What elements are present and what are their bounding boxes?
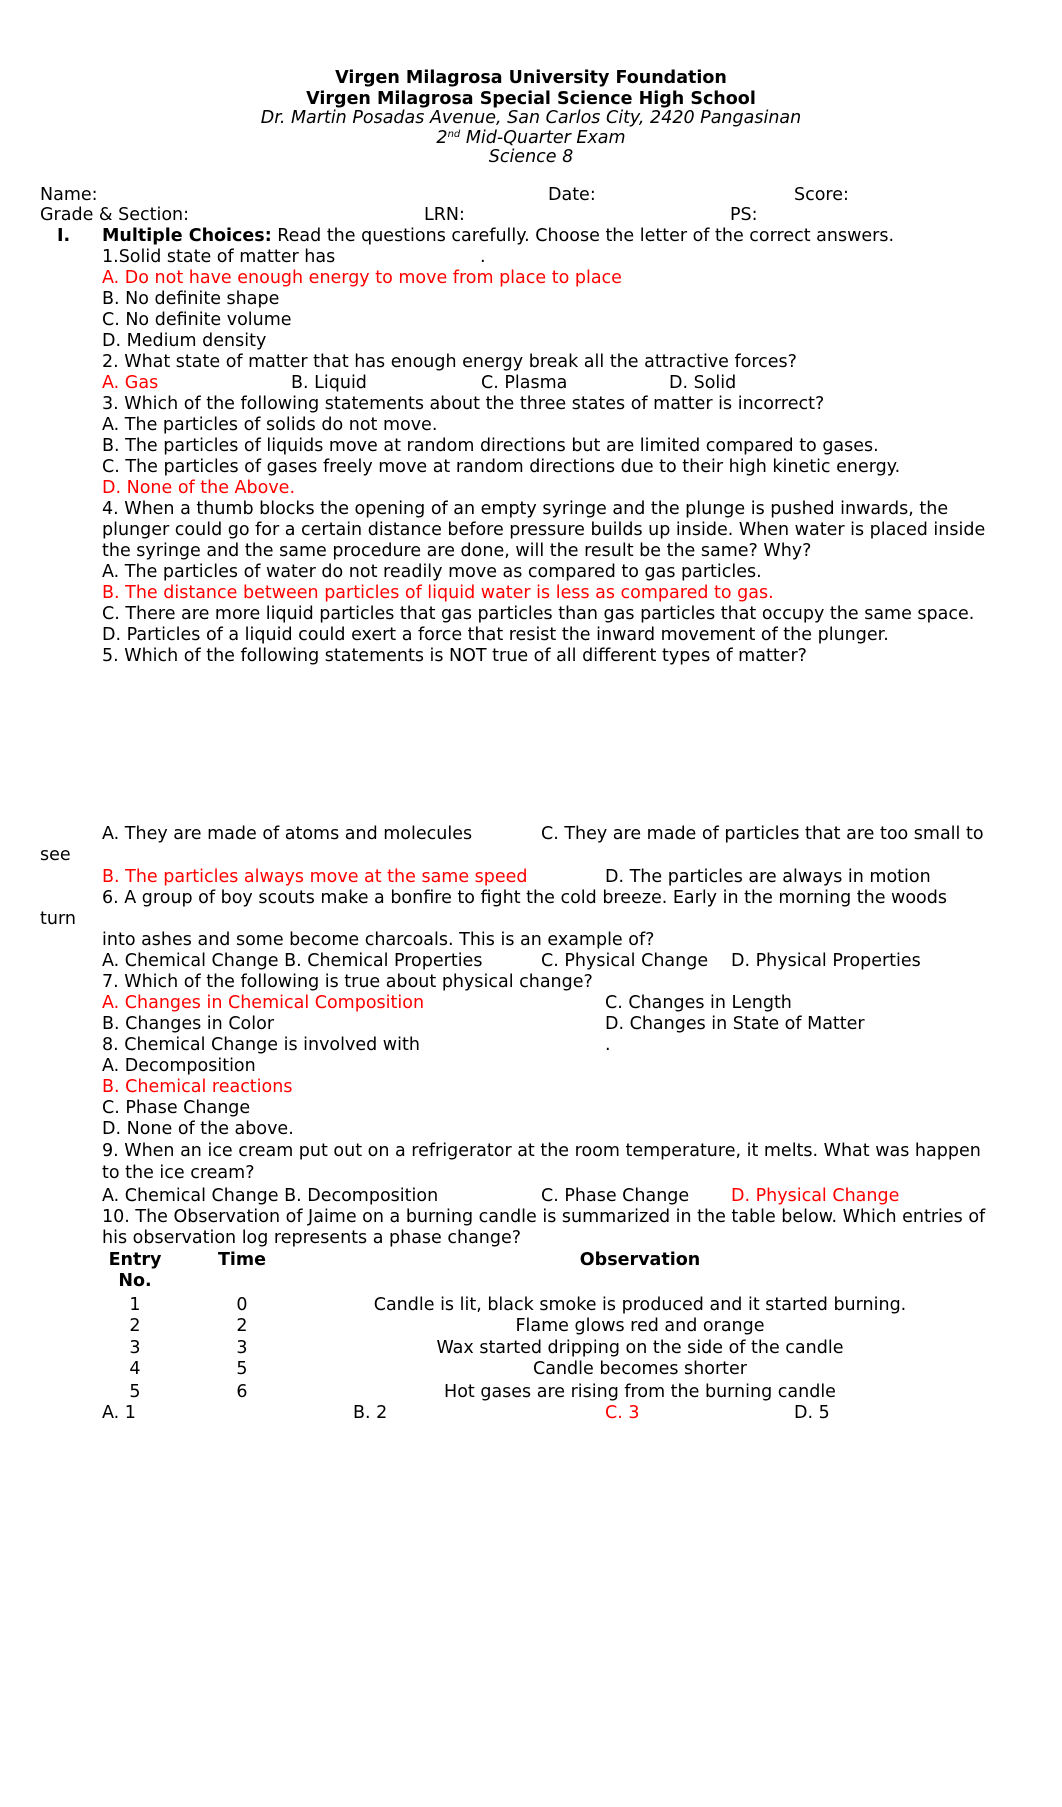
question-8-option-c: C. Phase Change xyxy=(102,1098,251,1118)
grade-section-field-label: Grade & Section: xyxy=(40,205,190,225)
subject-title: Science 8 xyxy=(488,147,574,167)
question-5-option-c: C. They are made of particles that are t… xyxy=(541,824,984,844)
question-6-option-d: D. Physical Properties xyxy=(731,951,921,971)
question-2-option-b: B. Liquid xyxy=(291,373,367,393)
question-8-option-d: D. None of the above. xyxy=(102,1119,294,1139)
question-5-option-c-wrap: see xyxy=(40,845,71,865)
school-address: Dr. Martin Posadas Avenue, San Carlos Ci… xyxy=(260,108,802,128)
question-4-option-a: A. The particles of water do not readily… xyxy=(102,562,762,582)
question-10-option-d: D. 5 xyxy=(794,1403,830,1423)
question-2-option-d: D. Solid xyxy=(669,373,737,393)
question-3-option-a: A. The particles of solids do not move. xyxy=(102,415,438,435)
question-6-line-1: 6. A group of boy scouts make a bonfire … xyxy=(102,888,947,908)
question-10-line-1: 10. The Observation of Jaime on a burnin… xyxy=(102,1207,986,1227)
question-5-option-b-correct: B. The particles always move at the same… xyxy=(102,867,528,887)
name-field-label: Name: xyxy=(40,185,98,205)
exam-ordinal-suffix: nd xyxy=(447,129,461,140)
question-4-line-2: plunger could go for a certain distance … xyxy=(102,520,986,540)
question-9-line-1: 9. When an ice cream put out on a refrig… xyxy=(102,1141,981,1161)
exam-ordinal: 2 xyxy=(436,128,448,148)
question-2-option-a-correct: A. Gas xyxy=(102,373,159,393)
question-1-option-d: D. Medium density xyxy=(102,331,267,351)
question-7-option-c: C. Changes in Length xyxy=(605,993,792,1013)
table-header-observation: Observation xyxy=(579,1250,701,1270)
table-cell-observation: Wax started dripping on the side of the … xyxy=(436,1338,844,1358)
question-2: 2. What state of matter that has enough … xyxy=(102,352,797,372)
table-cell-entry: 4 xyxy=(129,1359,141,1379)
question-1-blank-end: . xyxy=(480,247,486,267)
question-4-option-c: C. There are more liquid particles that … xyxy=(102,604,975,624)
table-cell-time: 2 xyxy=(236,1316,248,1336)
exam-title: 2nd Mid-Quarter Exam xyxy=(0,128,1062,149)
question-6-wrap: turn xyxy=(40,909,76,929)
question-10-line-2: his observation log represents a phase c… xyxy=(102,1228,522,1248)
question-2-option-c: C. Plasma xyxy=(481,373,568,393)
section-heading: Multiple Choices: Read the questions car… xyxy=(102,226,894,247)
question-8-option-b-correct: B. Chemical reactions xyxy=(102,1077,293,1097)
question-6-options-a-b: A. Chemical Change B. Chemical Propertie… xyxy=(102,951,483,971)
question-1-option-c: C. No definite volume xyxy=(102,310,292,330)
table-cell-observation: Flame glows red and orange xyxy=(515,1316,765,1336)
question-6-line-2: into ashes and some become charcoals. Th… xyxy=(102,930,655,950)
section-title: Multiple Choices: xyxy=(102,226,272,246)
question-8: 8. Chemical Change is involved with xyxy=(102,1035,420,1055)
exam-name: Mid-Quarter Exam xyxy=(465,128,626,148)
table-cell-time: 5 xyxy=(236,1359,248,1379)
question-7-option-d: D. Changes in State of Matter xyxy=(605,1014,865,1034)
question-7-option-a-marked: A. Changes in Chemical Composition xyxy=(102,993,425,1013)
table-cell-time: 6 xyxy=(236,1382,248,1402)
question-7: 7. Which of the following is true about … xyxy=(102,972,593,992)
table-cell-entry: 2 xyxy=(129,1316,141,1336)
question-5-option-d: D. The particles are always in motion xyxy=(605,867,931,887)
question-3-option-d-correct: D. None of the Above. xyxy=(102,478,296,498)
question-4-line-1: 4. When a thumb blocks the opening of an… xyxy=(102,499,949,519)
table-header-entry-line-2: No. xyxy=(118,1271,152,1291)
question-6-option-c: C. Physical Change xyxy=(541,951,709,971)
table-cell-entry: 1 xyxy=(129,1295,141,1315)
question-3-option-b: B. The particles of liquids move at rand… xyxy=(102,436,879,456)
question-5: 5. Which of the following statements is … xyxy=(102,646,807,666)
lrn-field-label: LRN: xyxy=(424,205,465,225)
table-cell-entry: 3 xyxy=(129,1338,141,1358)
section-numeral: I. xyxy=(57,226,71,246)
school-foundation-title: Virgen Milagrosa University Foundation xyxy=(335,68,727,88)
table-cell-time: 3 xyxy=(236,1338,248,1358)
question-5-option-a: A. They are made of atoms and molecules xyxy=(102,824,473,844)
date-field-label: Date: xyxy=(548,185,596,205)
question-4-line-3: the syringe and the same procedure are d… xyxy=(102,541,812,561)
question-4-option-b-correct: B. The distance between particles of liq… xyxy=(102,583,774,603)
question-9-option-c: C. Phase Change xyxy=(541,1186,690,1206)
table-cell-observation: Candle is lit, black smoke is produced a… xyxy=(373,1295,907,1315)
question-9-option-d-correct: D. Physical Change xyxy=(731,1186,900,1206)
section-instructions: Read the questions carefully. Choose the… xyxy=(277,226,895,246)
question-1-option-b: B. No definite shape xyxy=(102,289,280,309)
question-4-option-d: D. Particles of a liquid could exert a f… xyxy=(102,625,889,645)
question-10-option-c-correct: C. 3 xyxy=(605,1403,640,1423)
table-cell-observation: Candle becomes shorter xyxy=(533,1359,747,1379)
question-9-line-2: to the ice cream? xyxy=(102,1163,255,1183)
question-3: 3. Which of the following statements abo… xyxy=(102,394,825,414)
question-7-option-b: B. Changes in Color xyxy=(102,1014,275,1034)
table-cell-observation: Hot gases are rising from the burning ca… xyxy=(444,1382,836,1402)
question-9-options-a-b: A. Chemical Change B. Decomposition xyxy=(102,1186,439,1206)
table-cell-time: 0 xyxy=(236,1295,248,1315)
table-cell-entry: 5 xyxy=(129,1382,141,1402)
question-10-option-b: B. 2 xyxy=(353,1403,388,1423)
school-name-title: Virgen Milagrosa Special Science High Sc… xyxy=(306,89,756,109)
table-header-entry: Entry No. xyxy=(100,1250,170,1292)
question-8-option-a: A. Decomposition xyxy=(102,1056,256,1076)
question-1: 1.Solid state of matter has xyxy=(102,247,336,267)
question-1-option-a-correct: A. Do not have enough energy to move fro… xyxy=(102,268,622,288)
ps-field-label: PS: xyxy=(730,205,758,225)
question-8-blank-end: . xyxy=(605,1035,611,1055)
table-header-time: Time xyxy=(217,1250,267,1270)
table-header-entry-line-1: Entry xyxy=(108,1250,162,1270)
question-10-option-a: A. 1 xyxy=(102,1403,136,1423)
question-3-option-c: C. The particles of gases freely move at… xyxy=(102,457,901,477)
score-field-label: Score: xyxy=(794,185,849,205)
